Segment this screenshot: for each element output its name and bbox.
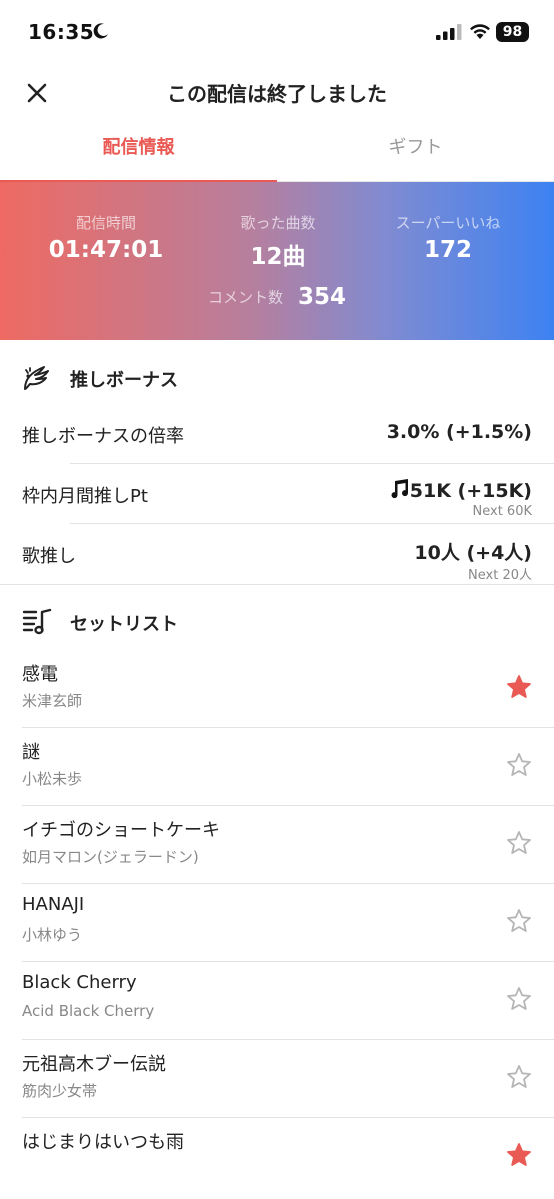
bonus-value: 3.0% (+1.5%) — [386, 421, 532, 443]
section-title: 推しボーナス — [70, 370, 178, 391]
section-title: セットリスト — [70, 614, 178, 635]
song-row[interactable]: 謎小松未歩 — [0, 728, 554, 806]
song-artist: 筋肉少女帯 — [22, 1082, 98, 1100]
bonus-label: 歌推し — [22, 546, 76, 567]
bonus-next: Next 20人 — [468, 568, 532, 583]
star-outline-icon[interactable] — [506, 1064, 532, 1090]
song-row[interactable]: Black Cherry Acid Black Cherry — [0, 962, 554, 1040]
star-outline-icon[interactable] — [506, 986, 532, 1012]
song-title: 感電 — [22, 664, 58, 685]
song-title: 謎 — [22, 742, 40, 763]
song-title: HANAJI — [22, 894, 85, 915]
status-bar: 16:35 98 — [0, 0, 554, 66]
moon-icon — [93, 23, 108, 39]
song-row[interactable]: はじまりはいつも雨 — [0, 1118, 554, 1196]
song-row[interactable]: 元祖高木ブー伝説 筋肉少女帯 — [0, 1040, 554, 1118]
stat-label: 配信時間 — [75, 214, 136, 232]
star-filled-icon[interactable] — [506, 674, 532, 700]
bonus-section-header: 推しボーナス — [0, 342, 554, 412]
song-title: 元祖高木ブー伝説 — [22, 1054, 166, 1075]
song-artist: 小林ゆう — [22, 926, 83, 944]
bonus-row-monthly-pt: 枠内月間推しPt 51K (+15K) Next 60K — [0, 464, 554, 524]
song-row[interactable]: 感電 米津玄師 — [0, 650, 554, 728]
signal-icon — [436, 24, 462, 40]
tab-stream-info[interactable]: 配信情報 — [0, 122, 277, 183]
stats-panel: 配信時間 01:47:01 歌った曲数 12曲 スーパーいいね 172 コメント… — [0, 182, 554, 340]
stat-label: スーパーいいね — [395, 214, 501, 232]
stat-duration: 配信時間 01:47:01 — [21, 212, 191, 263]
star-outline-icon[interactable] — [506, 830, 532, 856]
bonus-value: 10人 (+4人) — [414, 542, 532, 564]
tab-label: ギフト — [388, 137, 443, 158]
song-artist: 如月マロン(ジェラードン) — [22, 848, 199, 866]
tab-bar: 配信情報 ギフト — [0, 122, 554, 183]
bonus-row-song-oshi: 歌推し 10人 (+4人) Next 20人 — [0, 524, 554, 584]
stat-comments: コメント数 354 — [0, 284, 554, 310]
setlist-icon — [22, 608, 52, 635]
battery-icon: 98 — [496, 22, 529, 42]
song-title: はじまりはいつも雨 — [22, 1132, 184, 1153]
bonus-value-wrap: 51K (+15K) — [388, 478, 532, 502]
bonus-row-rate: 推しボーナスの倍率 3.0% (+1.5%) — [0, 404, 554, 464]
bonus-label: 枠内月間推しPt — [22, 486, 148, 507]
song-artist: 米津玄師 — [22, 692, 83, 710]
star-outline-icon[interactable] — [506, 752, 532, 778]
music-note-icon — [391, 479, 408, 499]
song-row[interactable]: HANAJI 小林ゆう — [0, 884, 554, 962]
stat-super-likes: スーパーいいね 172 — [363, 212, 533, 263]
star-outline-icon[interactable] — [506, 908, 532, 934]
tab-label: 配信情報 — [102, 137, 175, 158]
bonus-next: Next 60K — [472, 504, 532, 519]
stat-value: 172 — [423, 237, 472, 263]
nav-bar: この配信は終了しました — [0, 66, 554, 118]
stat-value: 354 — [298, 284, 347, 310]
wing-icon — [24, 366, 49, 390]
bonus-value: 51K (+15K) — [409, 480, 532, 502]
stat-label: コメント数 — [207, 288, 283, 307]
stat-value: 12曲 — [250, 244, 306, 270]
bonus-label: 推しボーナスの倍率 — [22, 426, 184, 447]
page-title: この配信は終了しました — [167, 82, 387, 106]
section-divider — [0, 584, 554, 585]
stat-songs: 歌った曲数 12曲 — [193, 212, 363, 271]
song-title: イチゴのショートケーキ — [22, 820, 220, 841]
stat-label: 歌った曲数 — [240, 214, 316, 232]
status-time: 16:35 — [28, 20, 95, 44]
stat-value: 01:47:01 — [48, 237, 164, 263]
setlist-section-header: セットリスト — [0, 586, 554, 656]
song-title: Black Cherry — [22, 972, 137, 993]
tab-gift[interactable]: ギフト — [277, 122, 554, 182]
star-filled-icon[interactable] — [506, 1142, 532, 1168]
wifi-icon — [470, 24, 490, 39]
song-artist: Acid Black Cherry — [22, 1002, 155, 1020]
song-artist: 小松未歩 — [22, 770, 83, 788]
song-row[interactable]: イチゴのショートケーキ 如月マロン(ジェラードン) — [0, 806, 554, 884]
